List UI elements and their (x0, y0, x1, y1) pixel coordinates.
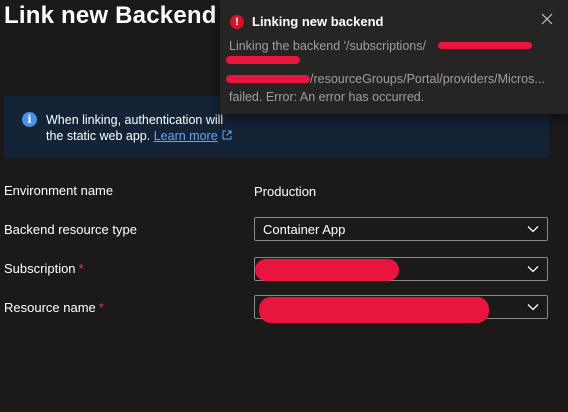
page-title: Link new Backend (4, 2, 217, 29)
redaction-mark (259, 297, 489, 323)
subscription-label-text: Subscription (4, 261, 76, 276)
backend-resource-type-value: Container App (263, 222, 346, 237)
chevron-down-icon (527, 226, 539, 233)
link-backend-panel: Link new Backend i When linking, authent… (0, 0, 568, 412)
redaction-mark (255, 259, 399, 281)
info-icon: i (22, 112, 37, 127)
required-marker: * (78, 261, 84, 276)
info-message-line1: When linking, authentication will (46, 113, 224, 127)
error-icon: ! (230, 15, 244, 29)
redaction-mark (226, 56, 300, 64)
redaction-mark (438, 42, 532, 49)
toast-message-line3: failed. Error: An error has occurred. (229, 90, 425, 104)
environment-name-label: Environment name (4, 183, 114, 198)
toast-title: Linking new backend (252, 14, 384, 29)
info-message-line2: the static web app. (46, 129, 151, 143)
environment-name-value: Production (254, 184, 317, 199)
required-marker: * (98, 300, 104, 315)
backend-resource-type-label: Backend resource type (4, 222, 137, 237)
subscription-label: Subscription * (4, 261, 84, 276)
toast-message-line2: /resourceGroups/Portal/providers/Micros.… (310, 72, 545, 86)
close-icon[interactable] (540, 12, 554, 26)
chevron-down-icon (527, 304, 539, 311)
resource-name-label: Resource name * (4, 300, 104, 315)
chevron-down-icon (527, 266, 539, 273)
external-link-icon (222, 129, 232, 145)
error-notification-toast: ! Linking new backend Linking the backen… (220, 0, 568, 114)
backend-resource-type-dropdown[interactable]: Container App (254, 217, 548, 241)
resource-name-label-text: Resource name (4, 300, 96, 315)
info-message-text: When linking, authentication will the st… (46, 112, 526, 145)
redaction-mark (226, 75, 310, 83)
resource-name-dropdown[interactable] (254, 295, 548, 323)
subscription-dropdown[interactable] (254, 257, 548, 281)
toast-message-line1: Linking the backend '/subscriptions/ (229, 39, 426, 53)
learn-more-link[interactable]: Learn more (154, 129, 218, 143)
